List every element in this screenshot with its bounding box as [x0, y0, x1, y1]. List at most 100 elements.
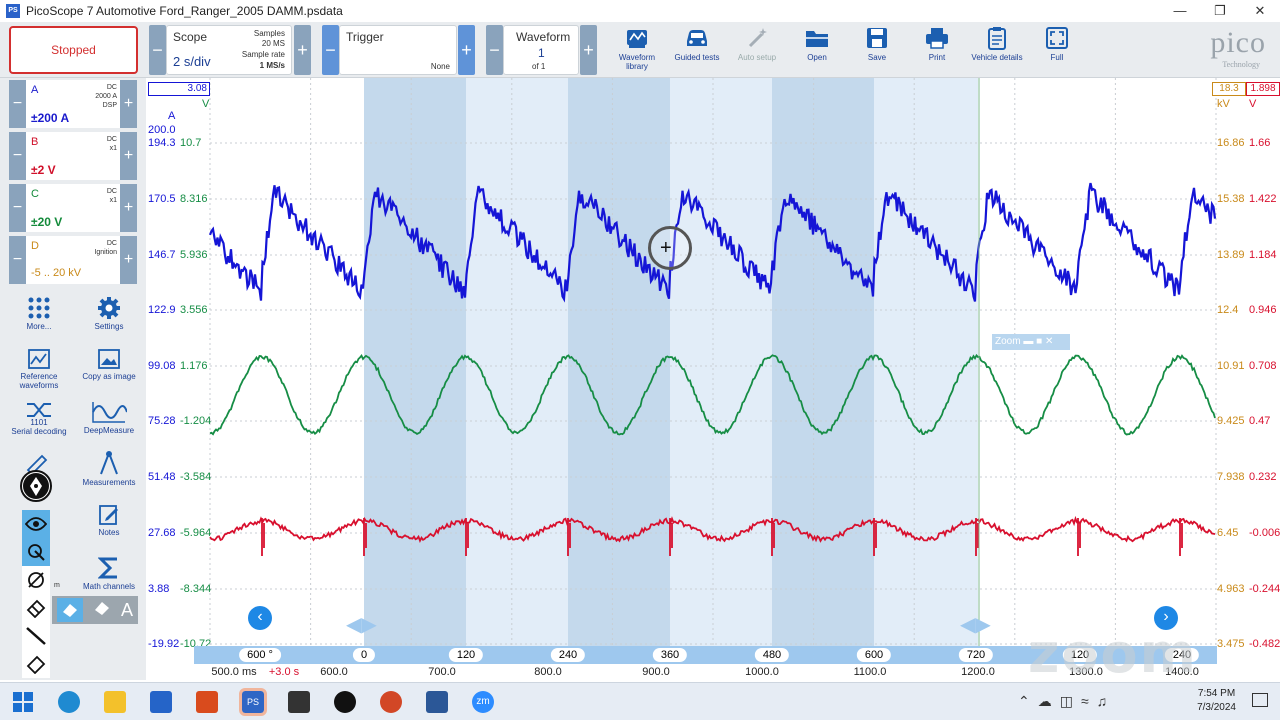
pen-tool-button[interactable] [20, 470, 52, 502]
axis-label-a: 200.0 [148, 124, 176, 136]
scope-control[interactable]: Scope 2 s/div Samples 20 MS Sample rate … [166, 25, 292, 75]
run-stop-button[interactable]: Stopped [9, 26, 138, 74]
trigger-minus-button[interactable]: − [322, 25, 339, 75]
app-icon-colorful[interactable] [196, 691, 218, 713]
eraser-icon [62, 604, 77, 617]
minimize-button[interactable]: — [1160, 0, 1200, 22]
explorer-icon[interactable] [104, 691, 126, 713]
pico-logo-sub: Technology [1222, 60, 1260, 69]
waveform-minus-button[interactable]: − [486, 25, 503, 75]
channel-d-minus[interactable]: − [9, 236, 26, 284]
ruler-handle-left-icon[interactable]: ◀▶ [346, 612, 377, 637]
channel-c-plus[interactable]: + [120, 184, 137, 232]
eraser-tool-button[interactable] [22, 594, 50, 622]
close-button[interactable]: ✕ [1240, 0, 1280, 22]
scope-label: Scope [173, 30, 208, 44]
sigma-icon [98, 557, 117, 579]
start-icon[interactable] [12, 691, 34, 713]
axis-label-a: 194.3 [148, 137, 176, 149]
time-label: 500.0 ms [211, 666, 257, 678]
eraser-blue-button[interactable] [56, 598, 83, 622]
print-button[interactable]: Print [909, 26, 965, 62]
zoom-overlay[interactable]: Zoom ▬ ■ ✕ [992, 334, 1070, 350]
vehicle-details-button[interactable]: Vehicle details [969, 26, 1025, 62]
maximize-button[interactable]: ❐ [1200, 0, 1240, 22]
channel-a-minus[interactable]: − [9, 80, 26, 128]
math-channels-button[interactable]: Math channels [74, 556, 144, 594]
tray-icons[interactable]: ⌃☁◫≈♫ [1018, 693, 1115, 710]
auto-setup-button[interactable]: Auto setup [729, 26, 785, 62]
waveform-library-label: Waveform library [618, 53, 656, 71]
axis-label-c: 1.176 [180, 360, 208, 372]
save-button[interactable]: Save [849, 26, 905, 62]
books-icon [627, 30, 647, 48]
left-panel: − A DC 2000 A DSP ±200 A + − B DC x1 ±2 V +… [0, 78, 146, 680]
settings-button[interactable]: Settings [74, 296, 144, 331]
notifications-icon[interactable] [1252, 693, 1268, 707]
waveform-library-button[interactable]: Waveform library [609, 26, 665, 71]
hide-tool-button[interactable] [22, 566, 50, 594]
scope-view[interactable]: + 3.08 V A 18.3 1.898 kV V 200.0 194.3 170… [146, 78, 1280, 680]
zoom-app-icon[interactable]: zm [472, 691, 494, 713]
channel-a-plus[interactable]: + [120, 80, 137, 128]
auto-setup-label: Auto setup [737, 53, 777, 62]
word-icon[interactable] [426, 691, 448, 713]
serial-decoding-button[interactable]: 1101 Serial decoding [4, 400, 74, 436]
waveform-plus-button[interactable]: + [580, 25, 597, 75]
trigger-control[interactable]: Trigger None [339, 25, 457, 75]
scroll-left-button[interactable]: ‹ [248, 606, 272, 630]
channel-a-range: ±200 A [31, 111, 70, 125]
ruler-handle-right-icon[interactable]: ◀▶ [960, 612, 991, 637]
highlighter-button[interactable] [93, 600, 111, 621]
channel-d-control[interactable]: − D DC Ignition -5 .. 20 kV + [9, 236, 137, 284]
gear-icon [98, 297, 120, 319]
full-screen-button[interactable]: Full [1029, 26, 1085, 62]
time-label: 1000.0 [745, 666, 779, 678]
settings-label: Settings [94, 322, 124, 331]
channel-d-plus[interactable]: + [120, 236, 137, 284]
edge-icon[interactable] [58, 691, 80, 713]
compass-icon [100, 451, 118, 475]
trigger-plus-button[interactable]: + [458, 25, 475, 75]
measurements-button[interactable]: Measurements [74, 450, 144, 487]
copy-as-image-button[interactable]: Copy as image [74, 348, 144, 381]
channel-b-minus[interactable]: − [9, 132, 26, 180]
right-d-unit: kV [1217, 98, 1230, 110]
scope-minus-button[interactable]: − [149, 25, 166, 75]
channel-b-plus[interactable]: + [120, 132, 137, 180]
deepmeasure-label: DeepMeasure [83, 426, 135, 435]
notes-button[interactable]: Notes [74, 504, 144, 537]
more-button[interactable]: More... [4, 296, 74, 331]
tool-icon[interactable] [288, 691, 310, 713]
channel-c-minus[interactable]: − [9, 184, 26, 232]
pico-icon[interactable] [334, 691, 356, 713]
axis-label-b: 0.232 [1249, 471, 1277, 483]
channel-a-control[interactable]: − A DC 2000 A DSP ±200 A + [9, 80, 137, 128]
waveform-control[interactable]: Waveform 1 of 1 [503, 25, 579, 75]
channel-c-control[interactable]: − C DC x1 ±20 V + [9, 184, 137, 232]
powerpoint-icon[interactable] [380, 691, 402, 713]
floppy-icon [867, 28, 887, 48]
picoscope-taskbar-icon[interactable]: PS [239, 688, 267, 716]
printer-icon [926, 28, 948, 49]
sample-rate-value: 1 MS/s [259, 61, 285, 70]
axis-label-c: 3.556 [180, 304, 208, 316]
guided-tests-button[interactable]: Guided tests [669, 26, 725, 62]
text-tool-button[interactable]: A [121, 600, 133, 621]
app-icon: PS [6, 4, 20, 18]
open-button[interactable]: Open [789, 26, 845, 62]
pointer-tool-button[interactable] [22, 538, 50, 566]
scope-plus-button[interactable]: + [294, 25, 311, 75]
store-icon[interactable] [150, 691, 172, 713]
channel-a-name: A [31, 84, 39, 96]
channel-b-control[interactable]: − B DC x1 ±2 V + [9, 132, 137, 180]
clock[interactable]: 7:54 PM 7/3/2024 [1197, 687, 1236, 715]
reference-waveforms-button[interactable]: Reference waveforms [4, 348, 74, 390]
deepmeasure-button[interactable]: DeepMeasure [74, 400, 144, 435]
axis-label-b: 0.946 [1249, 304, 1277, 316]
axis-label-d: 9.425 [1217, 415, 1245, 427]
eye-tool-button[interactable] [22, 510, 50, 538]
highlighter-tool-button[interactable] [22, 650, 50, 678]
time-label: +3.0 s [268, 666, 300, 678]
line-tool-button[interactable] [22, 622, 50, 650]
